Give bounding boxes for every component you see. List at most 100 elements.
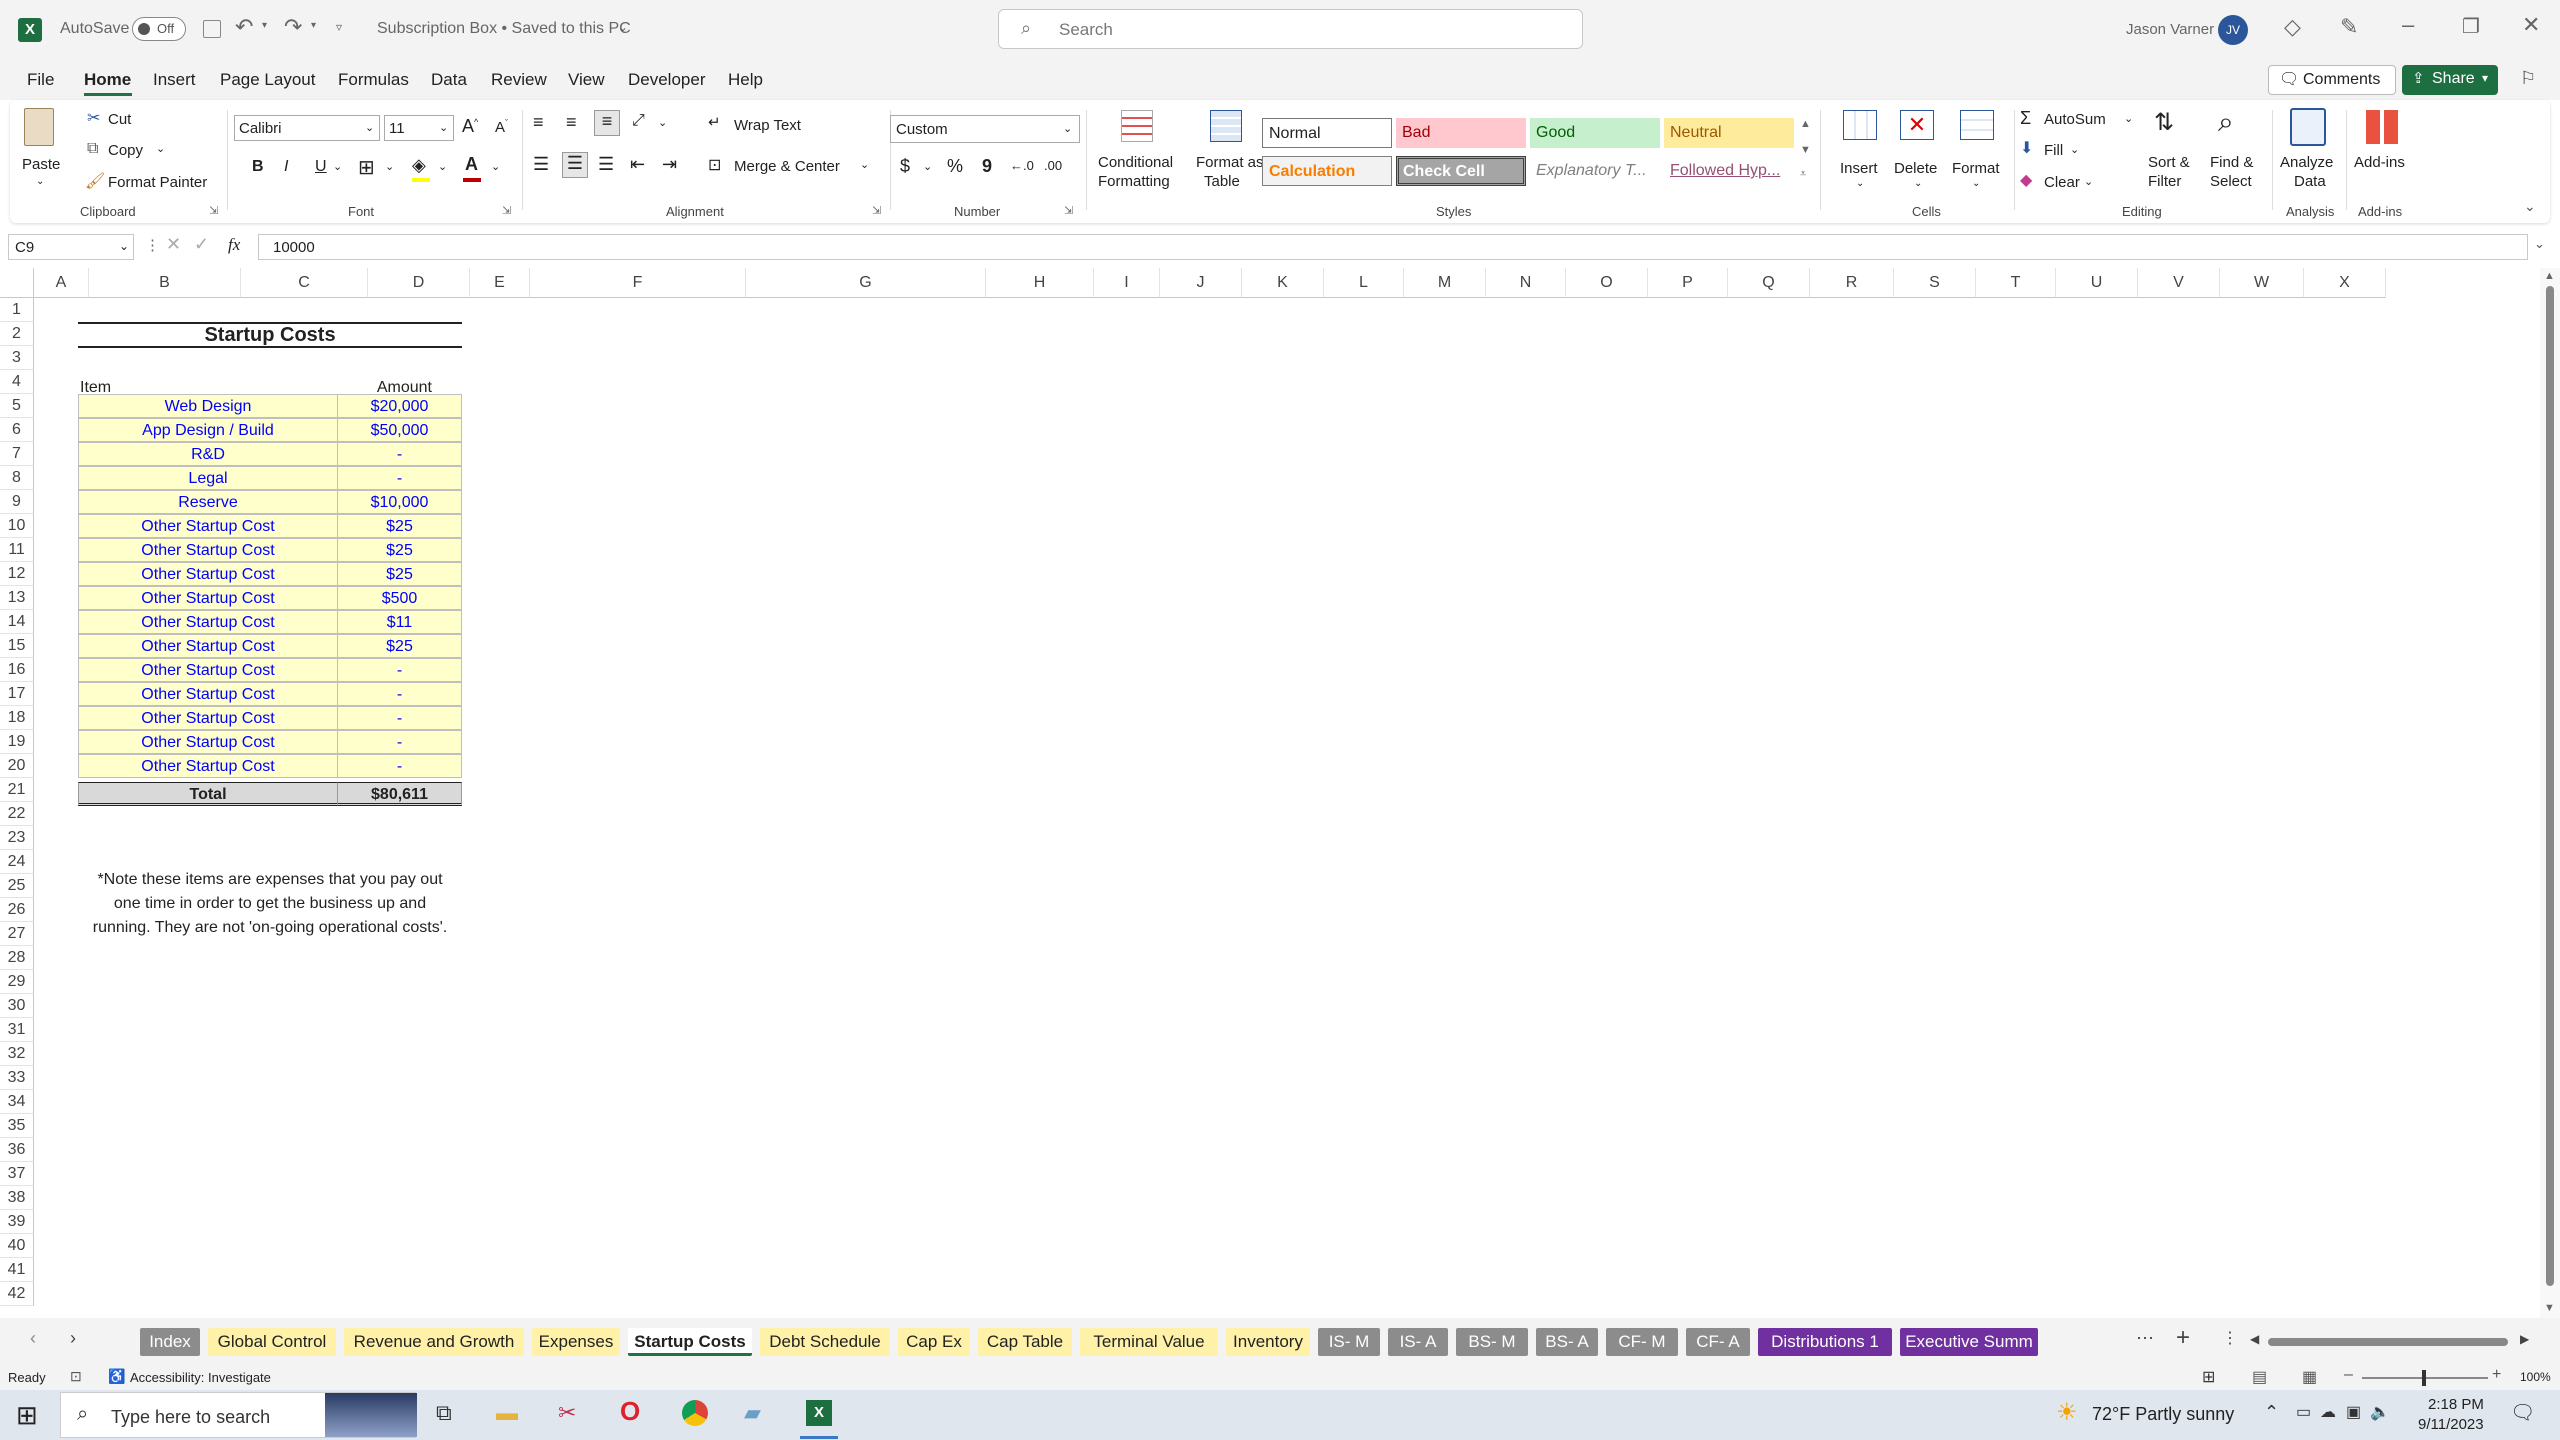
clear-dropdown-icon[interactable]: ⌄ [2084, 175, 2093, 188]
column-header[interactable]: H [986, 268, 1094, 298]
item-amount-cell[interactable]: $25 [337, 514, 462, 538]
increase-font-icon[interactable]: A^ [462, 116, 478, 137]
row-header[interactable]: 10 [0, 514, 34, 538]
item-name-cell[interactable]: Other Startup Cost [78, 658, 337, 682]
row-header[interactable]: 5 [0, 394, 34, 418]
increase-decimal-icon[interactable]: ←.0 [1010, 158, 1034, 173]
sheet-tab[interactable]: Startup Costs [628, 1328, 752, 1356]
row-header[interactable]: 20 [0, 754, 34, 778]
insert-cells-button[interactable]: Insert ⌄ [1834, 106, 1886, 196]
notifications-icon[interactable]: 🗨 [2510, 1400, 2535, 1425]
column-header[interactable]: K [1242, 268, 1324, 298]
diamond-premium-icon[interactable]: ◇ [2284, 14, 2301, 40]
row-header[interactable]: 7 [0, 442, 34, 466]
sheet-tab[interactable]: Cap Ex [898, 1328, 970, 1356]
row-header[interactable]: 38 [0, 1186, 34, 1210]
user-avatar[interactable]: JV [2218, 15, 2248, 45]
more-sheets-icon[interactable]: ⋯ [2136, 1328, 2154, 1349]
menu-formulas[interactable]: Formulas [338, 70, 409, 90]
column-header[interactable]: F [530, 268, 746, 298]
item-amount-cell[interactable]: - [337, 754, 462, 778]
item-name-cell[interactable]: R&D [78, 442, 337, 466]
fill-icon[interactable]: ⬇ [2020, 138, 2033, 158]
font-name-select[interactable]: Calibri ⌄ [234, 115, 380, 141]
tab-scroll-left-icon[interactable]: ‹ [30, 1328, 36, 1349]
cut-icon[interactable]: ✂ [87, 108, 100, 128]
sheet-tab[interactable]: Cap Table [978, 1328, 1072, 1356]
row-header[interactable]: 34 [0, 1090, 34, 1114]
task-view-icon[interactable]: ⧉ [436, 1400, 452, 1426]
autosave-toggle[interactable]: Off [132, 17, 186, 41]
feedback-icon[interactable]: ⚐ [2520, 68, 2536, 89]
row-header[interactable]: 41 [0, 1258, 34, 1282]
item-amount-cell[interactable]: $11 [337, 610, 462, 634]
copy-button[interactable]: Copy [108, 142, 143, 159]
number-launcher-icon[interactable]: ⇲ [1064, 204, 1073, 217]
vertical-scroll-thumb[interactable] [2546, 286, 2554, 1286]
item-name-cell[interactable]: Other Startup Cost [78, 754, 337, 778]
column-header[interactable]: E [470, 268, 530, 298]
row-header[interactable]: 40 [0, 1234, 34, 1258]
row-header[interactable]: 33 [0, 1066, 34, 1090]
hscroll-left-icon[interactable]: ◀ [2250, 1332, 2259, 1346]
column-header[interactable]: Q [1728, 268, 1810, 298]
zoom-slider[interactable] [2362, 1370, 2488, 1386]
expand-formula-icon[interactable]: ⌄ [2534, 236, 2545, 252]
orientation-dropdown-icon[interactable]: ⌄ [658, 116, 667, 129]
delete-cells-button[interactable]: ✕ Delete ⌄ [1890, 106, 1946, 196]
decrease-font-icon[interactable]: Aˇ [495, 118, 508, 136]
format-as-table-button[interactable]: Format as Table [1186, 106, 1266, 196]
item-name-cell[interactable]: App Design / Build [78, 418, 337, 442]
sheet-tab[interactable]: IS- A [1388, 1328, 1448, 1356]
column-header[interactable]: S [1894, 268, 1976, 298]
startup-costs-title[interactable]: Startup Costs [78, 322, 462, 348]
pen-icon[interactable]: ✎ [2340, 14, 2358, 40]
comments-button[interactable]: 🗨 Comments [2268, 65, 2396, 95]
total-label[interactable]: Total [78, 782, 337, 806]
sheet-tab[interactable]: CF- M [1606, 1328, 1678, 1356]
font-color-dropdown-icon[interactable]: ⌄ [491, 160, 500, 173]
format-painter-button[interactable]: Format Painter [108, 174, 207, 191]
find-select-button[interactable]: ⌕ Find & Select [2204, 106, 2266, 196]
align-center-icon[interactable]: ☰ [562, 152, 588, 178]
font-launcher-icon[interactable]: ⇲ [502, 204, 511, 217]
collapse-ribbon-icon[interactable]: ⌄ [2524, 198, 2536, 215]
sheet-tab[interactable]: Global Control [208, 1328, 336, 1356]
clock-time[interactable]: 2:18 PM [2428, 1396, 2484, 1413]
item-amount-cell[interactable]: - [337, 682, 462, 706]
percent-button[interactable]: % [947, 156, 963, 177]
style-calculation[interactable]: Calculation [1262, 156, 1392, 186]
show-hidden-icons[interactable]: ⌃ [2264, 1402, 2279, 1423]
weather-text[interactable]: 72°F Partly sunny [2092, 1404, 2234, 1425]
row-header[interactable]: 39 [0, 1210, 34, 1234]
format-painter-icon[interactable]: 🖌 [85, 171, 105, 191]
row-header[interactable]: 31 [0, 1018, 34, 1042]
tabs-options-icon[interactable]: ⋮ [2222, 1328, 2238, 1348]
share-dropdown-icon[interactable]: ▾ [2482, 71, 2488, 85]
item-name-cell[interactable]: Other Startup Cost [78, 586, 337, 610]
column-header[interactable]: L [1324, 268, 1404, 298]
item-amount-cell[interactable]: $10,000 [337, 490, 462, 514]
currency-dropdown-icon[interactable]: ⌄ [923, 160, 932, 173]
menu-view[interactable]: View [568, 70, 605, 90]
name-box[interactable]: C9 ⌄ [8, 234, 134, 260]
column-header[interactable]: V [2138, 268, 2220, 298]
sheet-tab[interactable]: CF- A [1686, 1328, 1750, 1356]
column-header[interactable]: N [1486, 268, 1566, 298]
column-header[interactable]: D [368, 268, 470, 298]
column-header[interactable]: R [1810, 268, 1894, 298]
normal-view-icon[interactable]: ⊞ [2202, 1367, 2215, 1387]
cut-button[interactable]: Cut [108, 111, 131, 128]
style-bad[interactable]: Bad [1396, 118, 1526, 148]
fill-color-dropdown-icon[interactable]: ⌄ [438, 160, 447, 173]
item-name-cell[interactable]: Other Startup Cost [78, 538, 337, 562]
column-header[interactable]: W [2220, 268, 2304, 298]
column-header[interactable]: X [2304, 268, 2386, 298]
align-top-icon[interactable]: ≡ [533, 112, 544, 133]
merge-center-button[interactable]: Merge & Center [734, 158, 840, 175]
style-normal[interactable]: Normal [1262, 118, 1392, 148]
font-size-select[interactable]: 11 ⌄ [384, 115, 454, 141]
row-header[interactable]: 32 [0, 1042, 34, 1066]
autosum-icon[interactable]: Σ [2020, 108, 2031, 129]
chrome-icon[interactable] [682, 1400, 708, 1426]
